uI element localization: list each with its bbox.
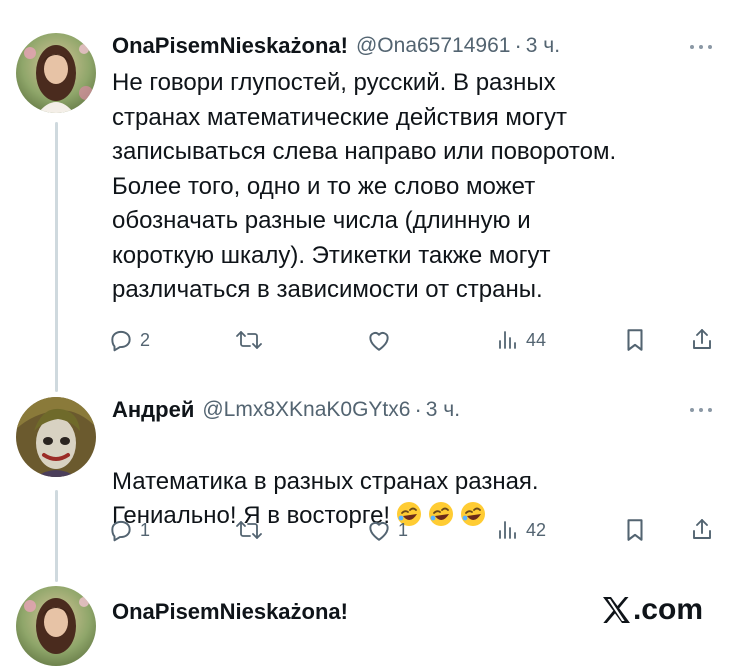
display-name[interactable]: OnaPisemNieskażona! (112, 33, 348, 59)
share-button[interactable] (690, 320, 714, 360)
bookmark-button[interactable] (624, 320, 646, 360)
reply-button[interactable]: 1 (108, 510, 150, 550)
reply-icon (108, 327, 134, 353)
reply-count: 2 (140, 329, 151, 350)
bookmark-icon (624, 327, 646, 353)
like-icon (366, 328, 392, 352)
views-icon (496, 518, 520, 542)
watermark: .com (601, 593, 703, 627)
reply-count: 1 (140, 519, 151, 540)
views-button[interactable]: 42 (496, 510, 546, 550)
timestamp[interactable]: 3 ч. (426, 398, 460, 422)
view-count: 42 (526, 519, 547, 540)
like-button[interactable]: 1 (366, 510, 408, 550)
x-logo-icon (601, 596, 633, 624)
more-icon[interactable] (687, 37, 715, 57)
like-button[interactable] (366, 320, 398, 360)
retweet-button[interactable] (235, 510, 269, 550)
retweet-icon (235, 328, 263, 352)
more-icon[interactable] (687, 400, 715, 420)
tweet-header: Андрей @Lmx8XKnaK0GYtx6 · 3 ч. (112, 394, 460, 426)
reply-icon (108, 517, 134, 543)
display-name[interactable]: OnaPisemNieskażona! (112, 599, 348, 625)
view-count: 44 (526, 329, 547, 350)
views-button[interactable]: 44 (496, 320, 546, 360)
bookmark-icon (624, 517, 646, 543)
retweet-icon (235, 518, 263, 542)
tweet-header: OnaPisemNieskażona! @Ona65714961 · 3 ч. (112, 30, 560, 62)
share-icon (690, 327, 714, 353)
avatar[interactable] (16, 586, 96, 666)
display-name[interactable]: Андрей (112, 397, 194, 423)
like-icon (366, 518, 392, 542)
separator: · (514, 33, 522, 58)
timestamp[interactable]: 3 ч. (526, 34, 560, 58)
tweet-text: Не говори глупостей, русский. В разных с… (112, 69, 617, 303)
avatar[interactable] (16, 33, 96, 113)
bookmark-button[interactable] (624, 510, 646, 550)
avatar[interactable] (16, 397, 96, 477)
like-count: 1 (398, 519, 409, 540)
handle[interactable]: @Ona65714961 (356, 34, 510, 58)
tweet-header: OnaPisemNieskażona! (112, 596, 348, 628)
retweet-button[interactable] (235, 320, 269, 360)
thread-line (55, 122, 58, 392)
reply-button[interactable]: 2 (108, 320, 150, 360)
separator: · (414, 397, 422, 422)
thread-line (55, 490, 58, 582)
share-icon (690, 517, 714, 543)
tweet-actions: 2 44 (100, 320, 720, 360)
watermark-text: .com (632, 593, 703, 626)
handle[interactable]: @Lmx8XKnaK0GYtx6 (202, 398, 410, 422)
share-button[interactable] (690, 510, 714, 550)
views-icon (496, 328, 520, 352)
tweet-actions: 1 1 42 (100, 510, 720, 550)
